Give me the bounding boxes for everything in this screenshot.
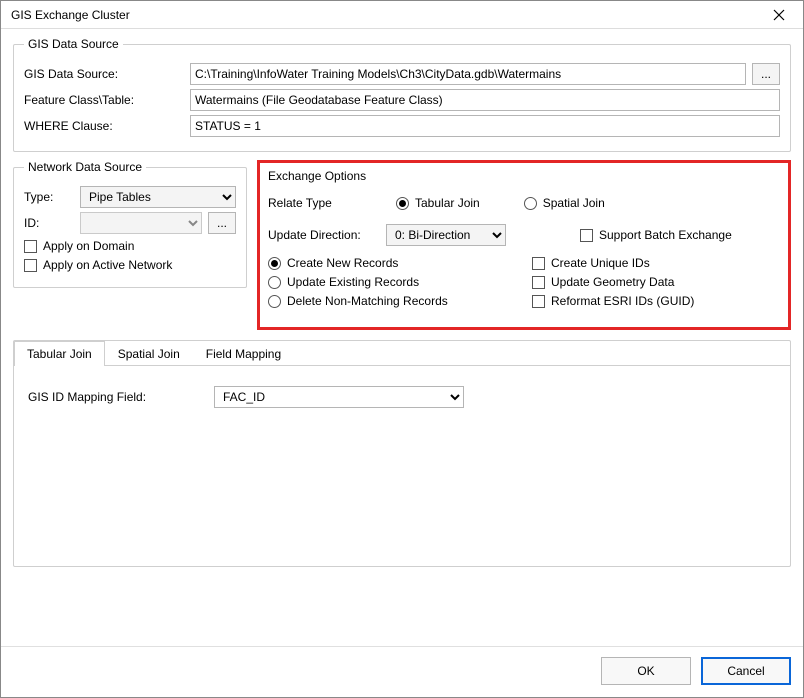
id-select[interactable] — [80, 212, 202, 234]
delete-non-matching-radio[interactable]: Delete Non-Matching Records — [268, 294, 516, 308]
id-label: ID: — [24, 216, 74, 230]
checkbox-icon — [24, 259, 37, 272]
checkbox-icon — [532, 276, 545, 289]
tab-tabular-join[interactable]: Tabular Join — [14, 341, 105, 366]
ellipsis-icon: ... — [761, 67, 771, 81]
tab-spatial-join[interactable]: Spatial Join — [105, 341, 193, 366]
create-unique-ids-checkbox[interactable]: Create Unique IDs — [532, 256, 780, 270]
gis-source-browse-button[interactable]: ... — [752, 63, 780, 85]
close-button[interactable] — [759, 3, 799, 27]
radio-icon — [396, 197, 409, 210]
footer: OK Cancel — [1, 646, 803, 697]
network-data-source-legend: Network Data Source — [24, 160, 146, 174]
tabs-container: Tabular Join Spatial Join Field Mapping … — [13, 340, 791, 567]
update-existing-records-radio[interactable]: Update Existing Records — [268, 275, 516, 289]
gis-source-input[interactable] — [190, 63, 746, 85]
create-new-records-radio[interactable]: Create New Records — [268, 256, 516, 270]
relate-spatial-join-label: Spatial Join — [543, 196, 605, 210]
tabstrip: Tabular Join Spatial Join Field Mapping — [14, 341, 790, 366]
apply-on-active-network-label: Apply on Active Network — [43, 258, 172, 272]
cancel-button[interactable]: Cancel — [701, 657, 791, 685]
radio-icon — [524, 197, 537, 210]
update-geometry-checkbox[interactable]: Update Geometry Data — [532, 275, 780, 289]
gis-source-label: GIS Data Source: — [24, 67, 184, 81]
where-clause-input[interactable] — [190, 115, 780, 137]
update-existing-records-label: Update Existing Records — [287, 275, 419, 289]
id-browse-button[interactable]: ... — [208, 212, 236, 234]
exchange-options-legend: Exchange Options — [268, 169, 366, 183]
tab-body-tabular-join: GIS ID Mapping Field: FAC_ID — [14, 366, 790, 566]
type-select[interactable]: Pipe Tables — [80, 186, 236, 208]
dialog-body: GIS Data Source GIS Data Source: ... Fea… — [1, 29, 803, 646]
apply-on-domain-label: Apply on Domain — [43, 239, 134, 253]
exchange-options-highlight: Exchange Options Relate Type Tabular Joi… — [257, 160, 791, 330]
gis-data-source-group: GIS Data Source GIS Data Source: ... Fea… — [13, 37, 791, 152]
radio-icon — [268, 257, 281, 270]
create-new-records-label: Create New Records — [287, 256, 398, 270]
checkbox-icon — [24, 240, 37, 253]
apply-on-active-network-checkbox[interactable]: Apply on Active Network — [24, 258, 236, 272]
relate-tabular-join-label: Tabular Join — [415, 196, 480, 210]
relate-type-label: Relate Type — [268, 196, 378, 210]
window-title: GIS Exchange Cluster — [11, 8, 130, 22]
checkbox-icon — [580, 229, 593, 242]
apply-on-domain-checkbox[interactable]: Apply on Domain — [24, 239, 236, 253]
exchange-options-group: Exchange Options Relate Type Tabular Joi… — [260, 163, 788, 327]
close-icon — [773, 9, 785, 21]
feature-class-input[interactable] — [190, 89, 780, 111]
checkbox-icon — [532, 295, 545, 308]
ellipsis-icon: ... — [217, 216, 227, 230]
support-batch-label: Support Batch Exchange — [599, 228, 732, 242]
reformat-esri-ids-checkbox[interactable]: Reformat ESRI IDs (GUID) — [532, 294, 780, 308]
relate-spatial-join-radio[interactable]: Spatial Join — [524, 196, 605, 210]
dialog-window: GIS Exchange Cluster GIS Data Source GIS… — [0, 0, 804, 698]
titlebar: GIS Exchange Cluster — [1, 1, 803, 29]
radio-icon — [268, 276, 281, 289]
support-batch-checkbox[interactable]: Support Batch Exchange — [580, 228, 780, 242]
radio-icon — [268, 295, 281, 308]
delete-non-matching-label: Delete Non-Matching Records — [287, 294, 448, 308]
gis-id-mapping-select[interactable]: FAC_ID — [214, 386, 464, 408]
network-data-source-group: Network Data Source Type: Pipe Tables ID… — [13, 160, 247, 288]
checkbox-icon — [532, 257, 545, 270]
ok-button[interactable]: OK — [601, 657, 691, 685]
update-direction-select[interactable]: 0: Bi-Direction — [386, 224, 506, 246]
relate-tabular-join-radio[interactable]: Tabular Join — [396, 196, 480, 210]
gis-data-source-legend: GIS Data Source — [24, 37, 123, 51]
where-clause-label: WHERE Clause: — [24, 119, 184, 133]
create-unique-ids-label: Create Unique IDs — [551, 256, 650, 270]
tab-field-mapping[interactable]: Field Mapping — [193, 341, 294, 366]
type-label: Type: — [24, 190, 74, 204]
update-direction-label: Update Direction: — [268, 228, 378, 242]
reformat-esri-ids-label: Reformat ESRI IDs (GUID) — [551, 294, 694, 308]
gis-id-mapping-label: GIS ID Mapping Field: — [28, 390, 208, 404]
feature-class-label: Feature Class\Table: — [24, 93, 184, 107]
update-geometry-label: Update Geometry Data — [551, 275, 674, 289]
